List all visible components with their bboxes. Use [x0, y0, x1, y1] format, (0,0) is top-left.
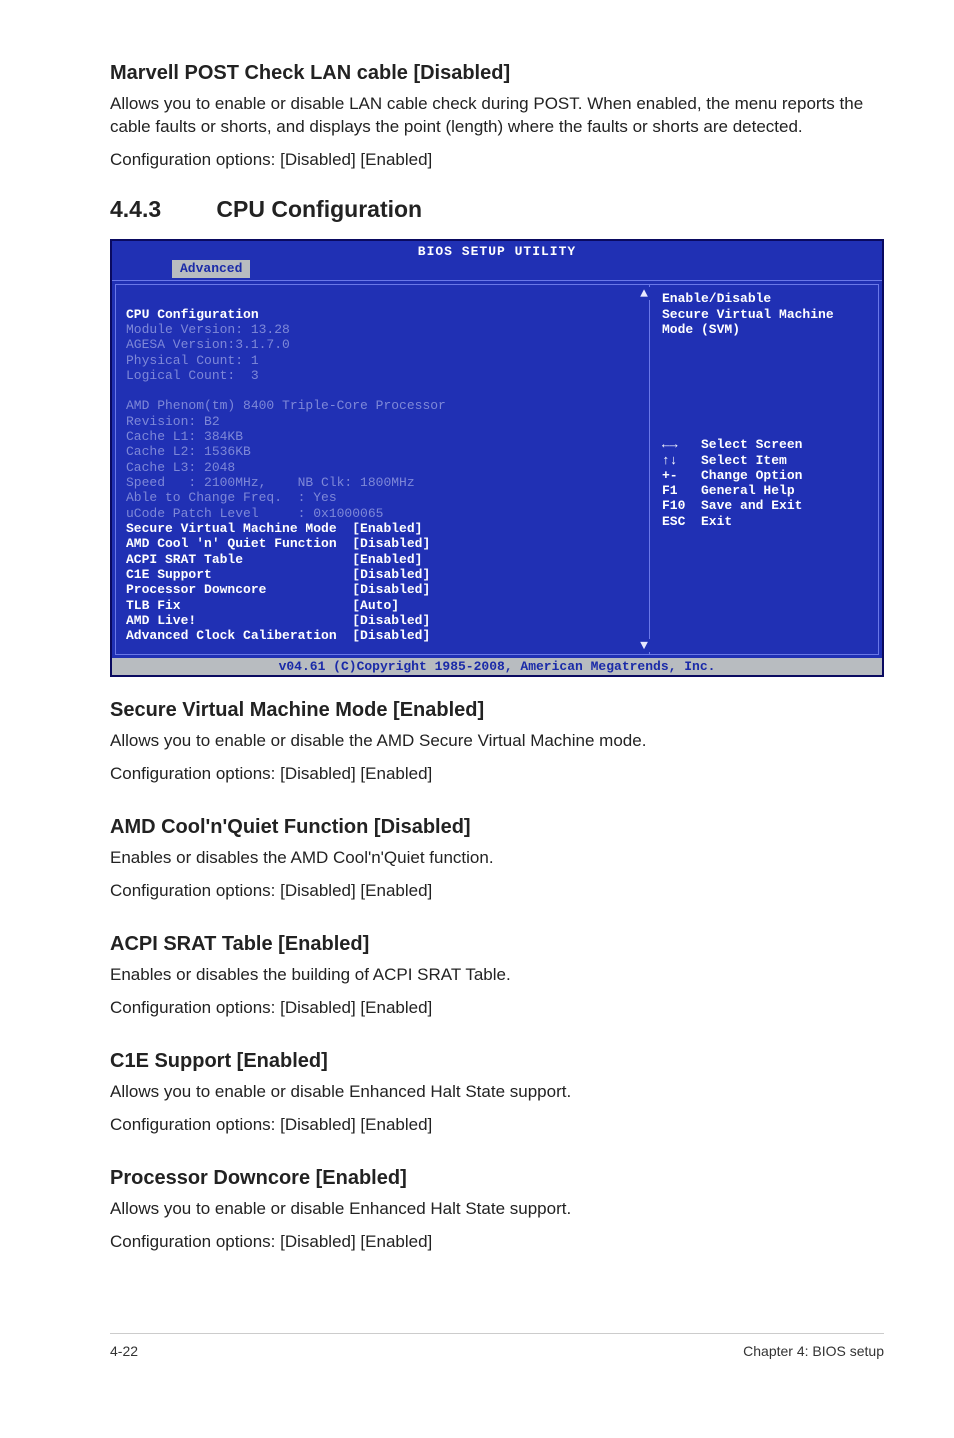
- bios-cpu-7: uCode Patch Level : 0x1000065: [126, 506, 383, 521]
- section-title: CPU Configuration: [216, 196, 422, 222]
- bios-opt-tlb[interactable]: TLB Fix [Auto]: [126, 598, 399, 613]
- bios-opt-c1e[interactable]: C1E Support [Disabled]: [126, 567, 430, 582]
- bios-right-panel: Enable/Disable Secure Virtual Machine Mo…: [649, 284, 879, 655]
- text-cnq-opts: Configuration options: [Disabled] [Enabl…: [110, 880, 884, 903]
- text-marvell-opts: Configuration options: [Disabled] [Enabl…: [110, 149, 884, 172]
- bios-left-header: CPU Configuration: [126, 307, 259, 322]
- bios-info-3: Logical Count: 3: [126, 368, 259, 383]
- text-c1e-opts: Configuration options: [Disabled] [Enabl…: [110, 1114, 884, 1137]
- scroll-down-icon[interactable]: ▼: [637, 639, 651, 652]
- heading-cnq: AMD Cool'n'Quiet Function [Disabled]: [110, 814, 884, 841]
- scroll-up-icon[interactable]: ▲: [637, 287, 651, 300]
- bios-left-panel: ▲ CPU Configuration Module Version: 13.28…: [115, 284, 649, 655]
- heading-section-443: 4.4.3 CPU Configuration: [110, 194, 884, 225]
- bios-cpu-1: Revision: B2: [126, 414, 220, 429]
- text-downcore-opts: Configuration options: [Disabled] [Enabl…: [110, 1231, 884, 1254]
- text-srat-desc: Enables or disables the building of ACPI…: [110, 964, 884, 987]
- bios-info-1: AGESA Version:3.1.7.0: [126, 337, 290, 352]
- bios-cpu-4: Cache L3: 2048: [126, 460, 235, 475]
- heading-svm: Secure Virtual Machine Mode [Enabled]: [110, 697, 884, 724]
- bios-opt-acc[interactable]: Advanced Clock Caliberation [Disabled]: [126, 628, 430, 643]
- text-svm-opts: Configuration options: [Disabled] [Enabl…: [110, 763, 884, 786]
- bios-cpu-3: Cache L2: 1536KB: [126, 444, 251, 459]
- bios-footer: v04.61 (C)Copyright 1985-2008, American …: [112, 658, 882, 675]
- bios-cpu-0: AMD Phenom(tm) 8400 Triple-Core Processo…: [126, 398, 446, 413]
- bios-opt-srat[interactable]: ACPI SRAT Table [Enabled]: [126, 552, 422, 567]
- bios-opt-amdlive[interactable]: AMD Live! [Disabled]: [126, 613, 430, 628]
- bios-screenshot: BIOS SETUP UTILITY Advanced ▲ CPU Configu…: [110, 239, 884, 677]
- bios-help-text: Enable/Disable Secure Virtual Machine Mo…: [662, 291, 834, 337]
- bios-info-0: Module Version: 13.28: [126, 322, 290, 337]
- text-svm-desc: Allows you to enable or disable the AMD …: [110, 730, 884, 753]
- heading-downcore: Processor Downcore [Enabled]: [110, 1165, 884, 1192]
- bios-opt-cnq[interactable]: AMD Cool 'n' Quiet Function [Disabled]: [126, 536, 430, 551]
- text-marvell-desc: Allows you to enable or disable LAN cabl…: [110, 93, 884, 139]
- page-footer: 4-22 Chapter 4: BIOS setup: [110, 1333, 884, 1361]
- bios-key-legend: ←→ Select Screen ↑↓ Select Item +- Chang…: [662, 437, 868, 529]
- chapter-label: Chapter 4: BIOS setup: [743, 1342, 884, 1361]
- bios-cpu-6: Able to Change Freq. : Yes: [126, 490, 337, 505]
- text-cnq-desc: Enables or disables the AMD Cool'n'Quiet…: [110, 847, 884, 870]
- bios-opt-downcore[interactable]: Processor Downcore [Disabled]: [126, 582, 430, 597]
- bios-title: BIOS SETUP UTILITY: [112, 241, 882, 260]
- bios-info-2: Physical Count: 1: [126, 353, 259, 368]
- bios-cpu-2: Cache L1: 384KB: [126, 429, 243, 444]
- text-downcore-desc: Allows you to enable or disable Enhanced…: [110, 1198, 884, 1221]
- heading-srat: ACPI SRAT Table [Enabled]: [110, 931, 884, 958]
- bios-opt-svm[interactable]: Secure Virtual Machine Mode [Enabled]: [126, 521, 422, 536]
- heading-marvell: Marvell POST Check LAN cable [Disabled]: [110, 60, 884, 87]
- bios-tab-advanced[interactable]: Advanced: [172, 260, 250, 277]
- heading-c1e: C1E Support [Enabled]: [110, 1048, 884, 1075]
- page-number: 4-22: [110, 1342, 138, 1361]
- bios-cpu-5: Speed : 2100MHz, NB Clk: 1800MHz: [126, 475, 415, 490]
- bios-tab-row: Advanced: [112, 260, 882, 280]
- section-number: 4.4.3: [110, 194, 210, 225]
- text-c1e-desc: Allows you to enable or disable Enhanced…: [110, 1081, 884, 1104]
- text-srat-opts: Configuration options: [Disabled] [Enabl…: [110, 997, 884, 1020]
